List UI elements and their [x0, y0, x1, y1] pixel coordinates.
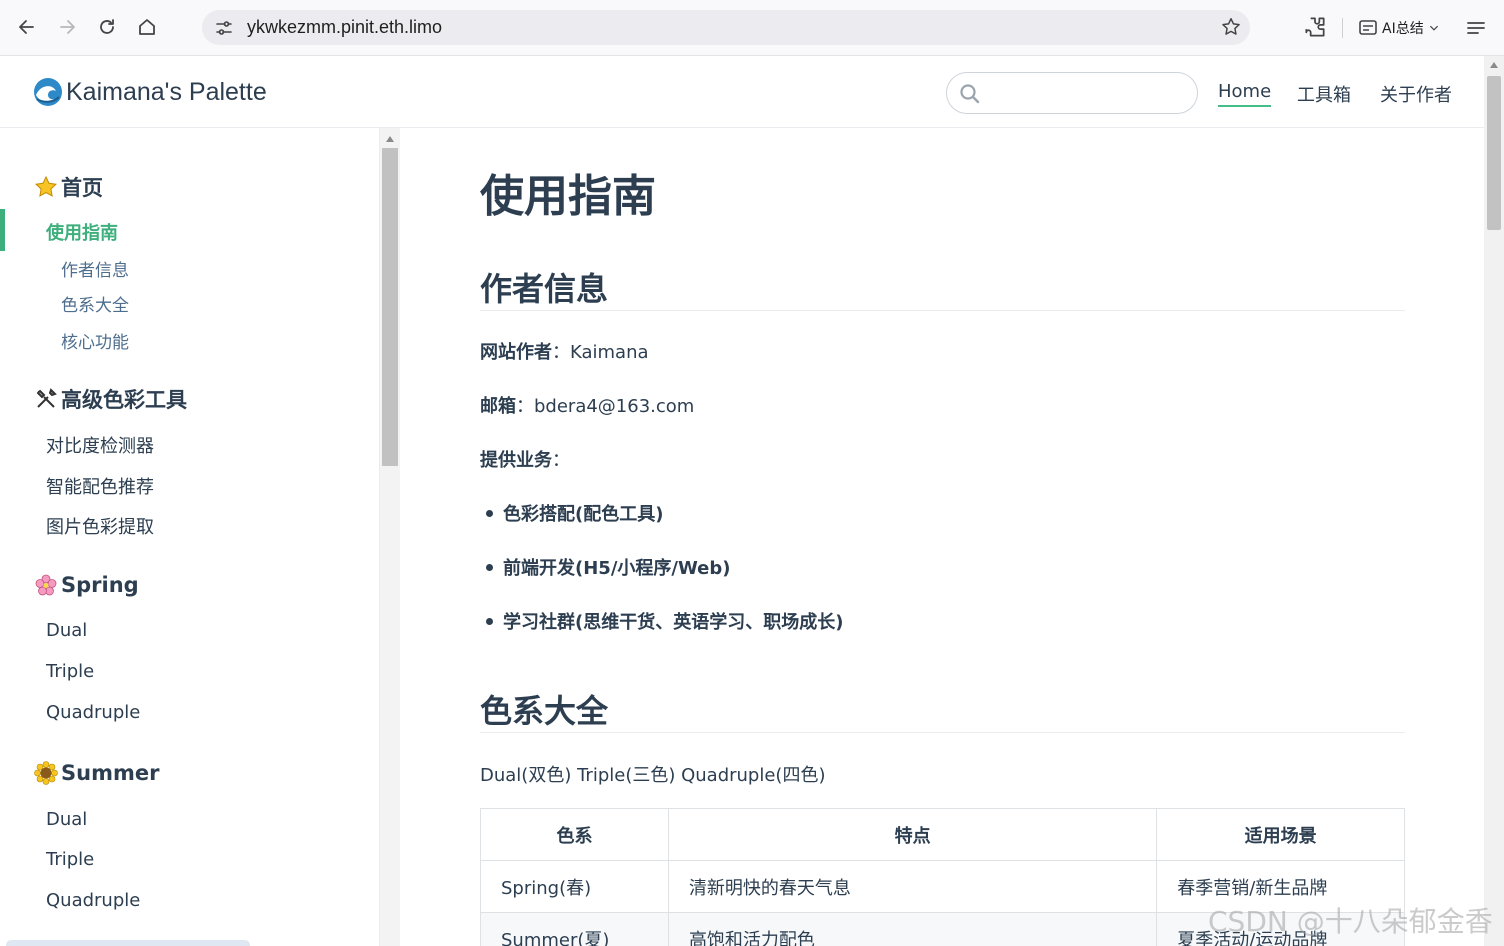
chevron-down-icon: [1429, 25, 1438, 31]
service-text: 前端开发(H5/小程序/Web): [503, 558, 731, 579]
forward-icon[interactable]: [54, 14, 80, 40]
services-line: 提供业务：: [480, 446, 570, 472]
sidebar-group-title: Summer: [61, 761, 160, 785]
search-icon: [960, 84, 980, 104]
email-value: ：bdera4@163.com: [516, 396, 695, 417]
menu-icon[interactable]: [1464, 16, 1488, 40]
service-text: 色彩搭配(配色工具): [503, 504, 664, 525]
sidebar-group-title: 高级色彩工具: [61, 388, 187, 412]
bullet-icon: [486, 563, 493, 571]
table-cell: Summer(夏): [480, 912, 669, 946]
author-label: 网站作者: [480, 342, 552, 363]
site-settings-icon[interactable]: [214, 18, 234, 38]
ai-summary-label: AI总结: [1382, 21, 1424, 37]
sidebar-item-usage-guide[interactable]: 使用指南: [46, 219, 118, 245]
search-box[interactable]: [946, 72, 1198, 114]
star-icon: [33, 174, 59, 200]
reload-icon[interactable]: [94, 14, 120, 40]
sidebar-group-spring[interactable]: Spring: [33, 572, 139, 598]
extensions-icon[interactable]: [1302, 14, 1328, 40]
author-value: ：Kaimana: [552, 342, 649, 363]
services-suffix: ：: [552, 450, 570, 471]
list-item: 前端开发(H5/小程序/Web): [480, 554, 731, 580]
heading-divider: [480, 732, 1405, 733]
sidebar-item-summer-triple[interactable]: Triple: [46, 849, 94, 870]
address-bar[interactable]: ykwkezmm.pinit.eth.limo: [202, 10, 1250, 45]
table-header-cell: 色系: [480, 808, 669, 861]
cherry-blossom-icon: [33, 572, 59, 598]
sidebar-scrollbar-thumb[interactable]: [382, 148, 398, 466]
sidebar-item-smart-palette[interactable]: 智能配色推荐: [46, 473, 154, 499]
email-line: 邮箱：bdera4@163.com: [480, 392, 694, 418]
nav-about-author[interactable]: 关于作者: [1380, 81, 1452, 107]
sidebar-subitem-core-features[interactable]: 核心功能: [61, 328, 129, 353]
color-systems-table: 色系 特点 适用场景 Spring(春) 清新明快的春天气息 春季营销/新生品牌…: [480, 808, 1405, 946]
heading-divider: [480, 310, 1405, 311]
nav-home[interactable]: Home: [1218, 81, 1272, 107]
table-header-row: 色系 特点 适用场景: [480, 808, 1405, 861]
active-indicator: [0, 209, 5, 251]
sidebar-item-summer-quadruple[interactable]: Quadruple: [46, 890, 140, 911]
sidebar-scrollbar[interactable]: [380, 128, 400, 946]
wave-logo-icon[interactable]: [33, 77, 63, 107]
url-text[interactable]: ykwkezmm.pinit.eth.limo: [247, 17, 442, 38]
bullet-icon: [486, 617, 493, 625]
page-scrollbar[interactable]: [1484, 56, 1504, 946]
table-cell: Spring(春): [480, 860, 669, 913]
color-systems-subtitle: Dual(双色) Triple(三色) Quadruple(四色): [480, 765, 826, 786]
section-heading-color-systems: 色系大全: [480, 692, 609, 730]
ai-summary-button[interactable]: AI总结: [1358, 14, 1440, 42]
table-header-cell: 适用场景: [1156, 808, 1405, 861]
table-cell: 高饱和活力配色: [667, 912, 1158, 946]
sidebar-item-spring-quadruple[interactable]: Quadruple: [46, 702, 140, 723]
home-icon[interactable]: [134, 14, 160, 40]
table-cell: 夏季活动/运动品牌: [1156, 912, 1405, 946]
site-title[interactable]: Kaimana's Palette: [66, 78, 267, 107]
service-text: 学习社群(思维干货、英语学习、职场成长): [503, 612, 844, 633]
list-item: 学习社群(思维干货、英语学习、职场成长): [480, 608, 843, 634]
email-label: 邮箱: [480, 396, 516, 417]
services-label: 提供业务: [480, 450, 552, 471]
table-row: Spring(春) 清新明快的春天气息 春季营销/新生品牌: [480, 860, 1405, 913]
site-header: Kaimana's Palette Home 工具箱 关于作者: [0, 56, 1484, 128]
page-scrollbar-thumb[interactable]: [1487, 76, 1501, 230]
sidebar-subitem-author-info[interactable]: 作者信息: [61, 256, 129, 281]
table-header-cell: 特点: [667, 808, 1158, 861]
main-content: 使用指南 作者信息 网站作者：Kaimana 邮箱：bdera4@163.com…: [400, 128, 1484, 946]
nav-toolbox[interactable]: 工具箱: [1297, 81, 1351, 107]
tools-icon: [33, 386, 59, 412]
sidebar-group-advanced-tools[interactable]: 高级色彩工具: [33, 384, 187, 414]
page-title: 使用指南: [480, 171, 656, 222]
browser-toolbar: ykwkezmm.pinit.eth.limo AI总结: [0, 0, 1504, 56]
table-row: Summer(夏) 高饱和活力配色 夏季活动/运动品牌: [480, 912, 1405, 946]
sidebar-item-contrast-checker[interactable]: 对比度检测器: [46, 432, 154, 458]
table-cell: 清新明快的春天气息: [667, 860, 1158, 913]
sidebar-item-spring-dual[interactable]: Dual: [46, 620, 87, 641]
sidebar-group-title: 首页: [61, 176, 103, 200]
sidebar-subitem-color-systems[interactable]: 色系大全: [61, 291, 129, 316]
toolbar-divider: [1342, 18, 1343, 38]
author-line: 网站作者：Kaimana: [480, 338, 649, 364]
table-cell: 春季营销/新生品牌: [1156, 860, 1405, 913]
section-heading-author-info: 作者信息: [480, 270, 609, 308]
sunflower-icon: [33, 760, 59, 786]
sidebar-item-spring-triple[interactable]: Triple: [46, 661, 94, 682]
sidebar-group-title: Spring: [61, 573, 139, 597]
back-icon[interactable]: [14, 14, 40, 40]
sidebar-item-summer-dual[interactable]: Dual: [46, 809, 87, 830]
sidebar-group-home[interactable]: 首页: [33, 172, 103, 202]
scroll-up-arrow-icon[interactable]: [386, 136, 394, 142]
sidebar-item-image-color-extract[interactable]: 图片色彩提取: [46, 513, 154, 539]
scroll-up-arrow-icon[interactable]: [1490, 62, 1498, 68]
bookmark-star-icon[interactable]: [1220, 16, 1242, 38]
ai-summary-icon: [1359, 20, 1377, 35]
sidebar-group-summer[interactable]: Summer: [33, 760, 159, 786]
sidebar-bottom-pill: [6, 940, 250, 946]
sidebar: 首页 使用指南 作者信息 色系大全 核心功能 高级色彩工具 对比度检测器 智能配…: [0, 128, 380, 946]
bullet-icon: [486, 509, 493, 517]
search-input[interactable]: [989, 81, 1189, 105]
list-item: 色彩搭配(配色工具): [480, 500, 663, 526]
